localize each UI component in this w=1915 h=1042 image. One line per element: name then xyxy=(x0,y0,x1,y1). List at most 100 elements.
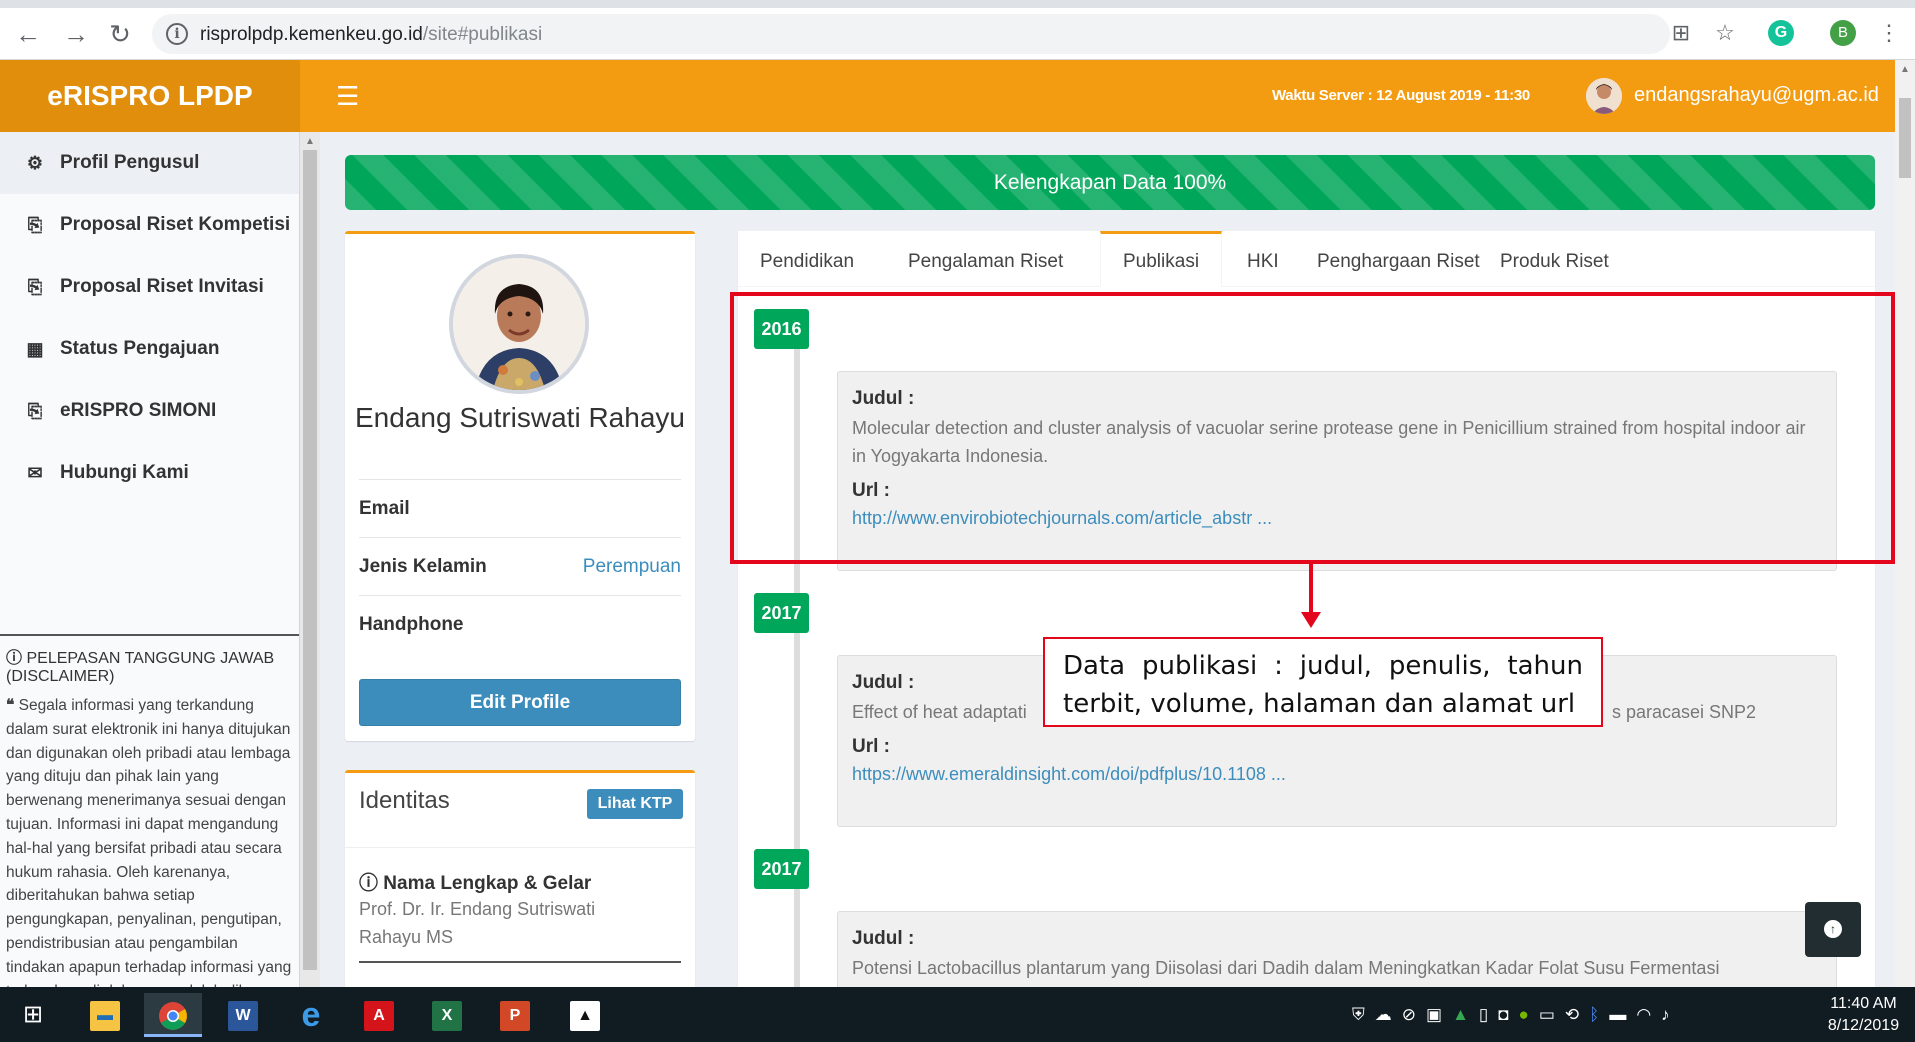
identity-card: Identitas Lihat KTP ⓘ Nama Lengkap & Gel… xyxy=(345,770,695,990)
address-url[interactable]: risprolpdp.kemenkeu.go.id/site#publikasi xyxy=(200,24,542,46)
sidebar-scrollbar[interactable]: ▲ xyxy=(300,132,320,987)
grammarly-icon[interactable]: G xyxy=(1768,20,1794,46)
annotation-callout: Data publikasi : judul, penulis, tahun t… xyxy=(1043,637,1603,727)
taskbar-clock[interactable]: 11:40 AM 8/12/2019 xyxy=(1816,993,1911,1037)
network-off-icon[interactable]: ⊘ xyxy=(1402,1005,1416,1025)
profile-avatar-icon[interactable]: B xyxy=(1830,20,1856,46)
tab-publikasi[interactable]: Publikasi xyxy=(1100,231,1223,287)
address-bar[interactable]: i risprolpdp.kemenkeu.go.id/site#publika… xyxy=(152,14,1670,54)
shield-icon[interactable]: ⛨ xyxy=(1352,1005,1365,1025)
monitor-icon[interactable]: ▭ xyxy=(1539,1005,1555,1025)
sidebar-item-proposal-riset-invitasi[interactable]: ⎘ Proposal Riset Invitasi xyxy=(0,256,299,318)
disclaimer-body: ❝ Segala informasi yang terkandung dalam… xyxy=(6,694,294,987)
back-icon[interactable]: ← xyxy=(12,18,44,50)
user-avatar[interactable] xyxy=(1586,78,1622,114)
word-icon[interactable]: W xyxy=(214,993,272,1037)
gender-value: Perempuan xyxy=(582,555,681,577)
bluetooth-icon[interactable]: ᛒ xyxy=(1589,1005,1599,1025)
scroll-up-icon[interactable]: ▲ xyxy=(1900,64,1910,75)
arrow-up-circle-icon: ↑ xyxy=(1824,920,1842,938)
profile-row-gender: Jenis Kelamin Perempuan xyxy=(359,537,681,595)
nvidia-icon[interactable]: ● xyxy=(1519,1005,1529,1025)
edit-profile-button[interactable]: Edit Profile xyxy=(359,679,681,726)
brand-logo[interactable]: eRISPRO LPDP xyxy=(0,60,300,132)
tab-pendidikan[interactable]: Pendidikan xyxy=(738,231,876,287)
page-scroll-thumb[interactable] xyxy=(1899,98,1911,178)
profile-card: Endang Sutriswati Rahayu Email Jenis Kel… xyxy=(345,231,695,741)
sidebar-scroll-thumb[interactable] xyxy=(303,150,317,970)
display-icon[interactable]: ◘ xyxy=(1498,1005,1508,1025)
translate-icon[interactable]: ⊞ xyxy=(1668,20,1694,46)
browser-toolbar: ← → ↻ i risprolpdp.kemenkeu.go.id/site#p… xyxy=(0,0,1915,60)
page-scrollbar[interactable]: ▲ xyxy=(1895,60,1915,987)
profile-row-handphone: Handphone xyxy=(359,595,681,653)
tab-pengalaman-riset[interactable]: Pengalaman Riset xyxy=(886,231,1085,287)
wifi-icon[interactable]: ◠ xyxy=(1636,1005,1651,1025)
windows-taskbar: ⊞ ▬ W e A X P ▲ ⛨ ☁ ⊘ ▣ ▲ ▯ ◘ ● ▭ ⟲ ᛒ ▬ … xyxy=(0,987,1915,1042)
user-email[interactable]: endangsrahayu@ugm.ac.id xyxy=(1634,84,1879,107)
scroll-to-top-button[interactable]: ↑ xyxy=(1805,902,1861,957)
acrobat-icon[interactable]: A xyxy=(350,993,408,1037)
view-ktp-button[interactable]: Lihat KTP xyxy=(587,789,683,819)
browser-menu-icon[interactable]: ⋮ xyxy=(1876,20,1902,46)
sidebar-item-status-pengajuan[interactable]: ▦ Status Pengajuan xyxy=(0,318,299,380)
profile-photo-image xyxy=(453,258,585,390)
reload-icon[interactable]: ↻ xyxy=(104,18,136,50)
disclaimer-title-text: PELEPASAN TANGGUNG JAWAB (DISCLAIMER) xyxy=(6,650,275,685)
divider xyxy=(359,961,681,963)
sync-icon[interactable]: ⟲ xyxy=(1565,1005,1579,1025)
edge-icon[interactable]: e xyxy=(282,993,340,1037)
publication-title: Potensi Lactobacillus plantarum yang Dii… xyxy=(852,958,1720,978)
annotation-highlight-box xyxy=(730,292,1895,564)
tab-bar: Pendidikan Pengalaman Riset Publikasi HK… xyxy=(738,231,1875,287)
full-name-label-text: Nama Lengkap & Gelar xyxy=(383,873,592,894)
sidebar-item-label: eRISPRO SIMONI xyxy=(60,400,217,421)
completeness-progress-bar: Kelengkapan Data 100% xyxy=(345,155,1875,210)
tab-penghargaan-riset[interactable]: Penghargaan Riset xyxy=(1295,231,1502,287)
profile-photo xyxy=(449,254,589,394)
usb-icon[interactable]: ▯ xyxy=(1479,1005,1488,1025)
battery-icon[interactable]: ▬ xyxy=(1609,1005,1626,1025)
full-name-value: Prof. Dr. Ir. Endang Sutriswati Rahayu M… xyxy=(359,899,596,947)
url-host: risprolpdp.kemenkeu.go.id xyxy=(200,24,423,45)
app-tray-icon[interactable]: ▣ xyxy=(1426,1005,1442,1025)
cloud-icon[interactable]: ☁ xyxy=(1375,1005,1392,1025)
drive-icon[interactable]: ▲ xyxy=(1452,1005,1469,1025)
sidebar-item-label: Proposal Riset Invitasi xyxy=(60,276,264,297)
disclaimer-body-text: Segala informasi yang terkandung dalam s… xyxy=(6,697,292,987)
forward-icon[interactable]: → xyxy=(60,18,92,50)
gender-label: Jenis Kelamin xyxy=(359,555,487,577)
chrome-logo xyxy=(159,1001,187,1030)
sidebar-item-proposal-riset-kompetisi[interactable]: ⎘ Proposal Riset Kompetisi xyxy=(0,194,299,256)
sidebar-item-profil-pengusul[interactable]: ⚙ Profil Pengusul xyxy=(0,132,299,194)
publication-item: Judul : Potensi Lactobacillus plantarum … xyxy=(837,911,1837,991)
windows-start-icon[interactable]: ⊞ xyxy=(4,993,62,1037)
powerpoint-icon[interactable]: P xyxy=(486,993,544,1037)
annotation-arrow-line xyxy=(1309,564,1313,616)
sidebar-item-hubungi-kami[interactable]: ✉ Hubungi Kami xyxy=(0,442,299,504)
disclaimer: ⓘ PELEPASAN TANGGUNG JAWAB (DISCLAIMER) … xyxy=(0,634,299,987)
scroll-up-icon[interactable]: ▲ xyxy=(305,136,315,147)
grid-icon: ▦ xyxy=(26,338,44,359)
divider xyxy=(345,847,695,848)
tab-hki[interactable]: HKI xyxy=(1225,231,1301,287)
disclaimer-title: ⓘ PELEPASAN TANGGUNG JAWAB (DISCLAIMER) xyxy=(6,650,294,686)
publication-url-link[interactable]: https://www.emeraldinsight.com/doi/pdfpl… xyxy=(852,764,1822,785)
sidebar-item-label: Status Pengajuan xyxy=(60,338,220,359)
url-label: Url : xyxy=(852,736,890,757)
tab-produk-riset[interactable]: Produk Riset xyxy=(1478,231,1631,287)
hamburger-menu-icon[interactable]: ☰ xyxy=(336,82,359,110)
sidebar-item-erispro-simoni[interactable]: ⎘ eRISPRO SIMONI xyxy=(0,380,299,442)
chrome-icon[interactable] xyxy=(144,993,202,1037)
photos-icon[interactable]: ▲ xyxy=(556,993,614,1037)
excel-icon[interactable]: X xyxy=(418,993,476,1037)
sidebar-item-label: Profil Pengusul xyxy=(60,152,200,173)
quote-open-icon: ❝ xyxy=(6,697,15,714)
file-explorer-icon[interactable]: ▬ xyxy=(76,993,134,1037)
volume-icon[interactable]: ♪ xyxy=(1661,1005,1670,1025)
copy-icon: ⎘ xyxy=(27,400,43,421)
title-label: Judul : xyxy=(852,928,915,949)
server-time: Waktu Server : 12 August 2019 - 11:30 xyxy=(1272,87,1530,104)
site-info-icon[interactable]: i xyxy=(166,23,188,45)
bookmark-star-icon[interactable]: ☆ xyxy=(1712,20,1738,46)
